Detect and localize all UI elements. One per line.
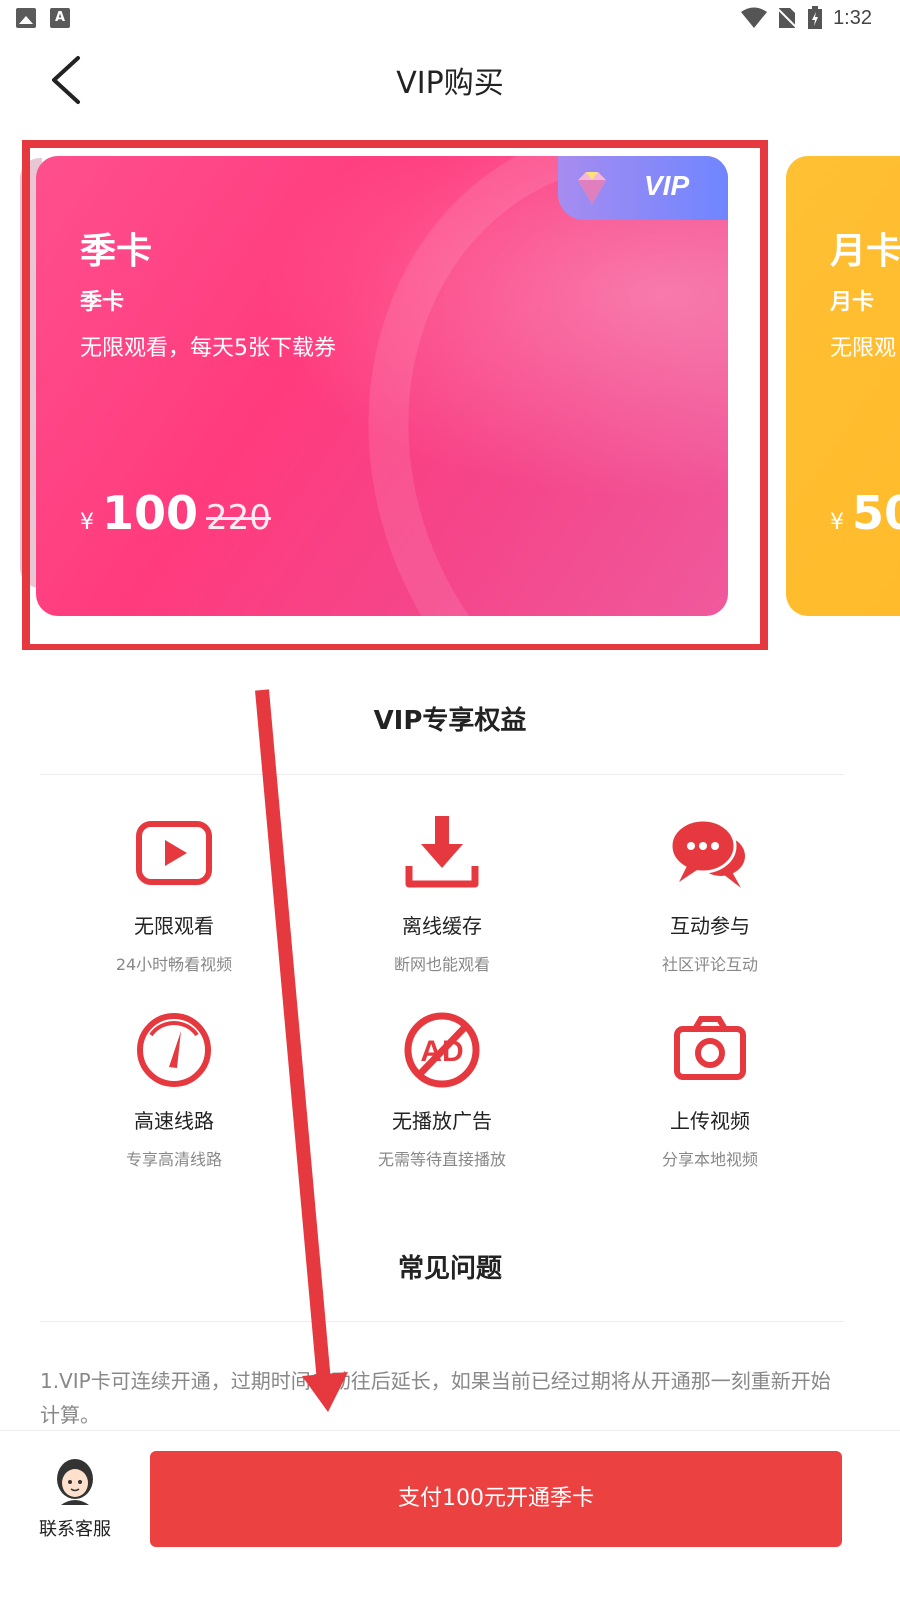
- benefit-title: 上传视频: [670, 1109, 750, 1133]
- currency-symbol: ¥: [80, 510, 94, 535]
- pay-button[interactable]: 支付100元开通季卡: [150, 1451, 842, 1547]
- card-price: ¥ 50: [830, 486, 900, 540]
- card-description: 无限观: [830, 336, 897, 361]
- faq-title: 常见问题: [397, 1254, 502, 1284]
- font-notification-icon: A: [50, 8, 70, 28]
- battery-icon: [808, 6, 823, 29]
- benefit-no-ads: AD 无播放广告 无需等待直接播放: [308, 1005, 576, 1170]
- vip-badge: VIP: [558, 156, 728, 220]
- card-wave-decoration: [260, 156, 728, 616]
- wifi-icon: [741, 7, 768, 28]
- benefit-subtitle: 专享高清线路: [125, 1150, 222, 1169]
- benefit-offline-cache: 离线缓存 断网也能观看: [308, 810, 576, 975]
- camera-icon: [674, 1016, 746, 1080]
- card-subtitle: 月卡: [830, 290, 875, 315]
- speedometer-icon: [137, 1013, 211, 1087]
- no-sim-icon: [777, 7, 798, 29]
- status-time: 1:32: [833, 6, 872, 29]
- benefit-title: 互动参与: [670, 914, 750, 938]
- benefit-title: 高速线路: [134, 1109, 214, 1133]
- month-card[interactable]: 月卡 月卡 无限观 ¥ 50: [786, 156, 900, 616]
- page-title: VIP购买: [396, 66, 504, 101]
- vip-badge-label: VIP: [644, 170, 690, 201]
- divider: [40, 774, 844, 775]
- current-price: 50: [852, 486, 900, 540]
- benefit-upload: 上传视频 分享本地视频: [576, 1005, 844, 1170]
- header: VIP购买: [0, 40, 900, 120]
- status-bar: A 1:32: [0, 0, 900, 36]
- play-icon: [136, 821, 212, 885]
- benefit-high-speed: 高速线路 专享高清线路: [40, 1005, 308, 1170]
- benefit-subtitle: 社区评论互动: [661, 955, 758, 974]
- benefit-subtitle: 断网也能观看: [393, 955, 490, 974]
- benefit-title: 无限观看: [134, 914, 214, 938]
- current-price: 100: [102, 486, 199, 540]
- benefit-subtitle: 24小时畅看视频: [115, 955, 233, 974]
- card-subtitle: 季卡: [80, 290, 125, 315]
- download-icon: [405, 816, 479, 888]
- diamond-icon: [578, 172, 606, 204]
- card-name: 月卡: [830, 231, 900, 272]
- benefits-title: VIP专享权益: [373, 706, 527, 736]
- customer-service-button[interactable]: 联系客服: [30, 1457, 120, 1541]
- benefits-grid: 无限观看 24小时畅看视频 离线缓存 断网也能观看 互动参与 社区评论互动 高速…: [40, 810, 844, 1170]
- benefit-interaction: 互动参与 社区评论互动: [576, 810, 844, 975]
- customer-service-icon: [57, 1459, 93, 1505]
- card-name: 季卡: [80, 231, 153, 272]
- benefit-unlimited-watch: 无限观看 24小时畅看视频: [40, 810, 308, 975]
- benefit-subtitle: 无需等待直接播放: [377, 1150, 506, 1169]
- chat-icon: [669, 818, 745, 888]
- image-notification-icon: [16, 8, 36, 28]
- card-price: ¥ 100 220: [80, 486, 271, 540]
- divider: [40, 1321, 844, 1322]
- original-price: 220: [206, 498, 271, 538]
- season-card[interactable]: VIP 季卡 季卡 无限观看，每天5张下载券 ¥ 100 220: [36, 156, 728, 616]
- no-ad-icon: AD: [404, 1012, 480, 1088]
- benefit-subtitle: 分享本地视频: [661, 1150, 758, 1169]
- card-description: 无限观看，每天5张下载券: [80, 336, 336, 361]
- bottom-bar: 联系客服 支付100元开通季卡: [0, 1430, 900, 1601]
- faq-item: 1.VIP卡可连续开通，过期时间自动往后延长，如果当前已经过期将从开通那一刻重新…: [40, 1369, 831, 1427]
- customer-service-label: 联系客服: [39, 1519, 111, 1540]
- card-carousel[interactable]: VIP 季卡 季卡 无限观看，每天5张下载券 ¥ 100 220 月卡 月卡 无…: [0, 140, 900, 650]
- benefit-title: 无播放广告: [392, 1109, 492, 1133]
- currency-symbol: ¥: [830, 510, 844, 535]
- benefit-title: 离线缓存: [402, 914, 482, 938]
